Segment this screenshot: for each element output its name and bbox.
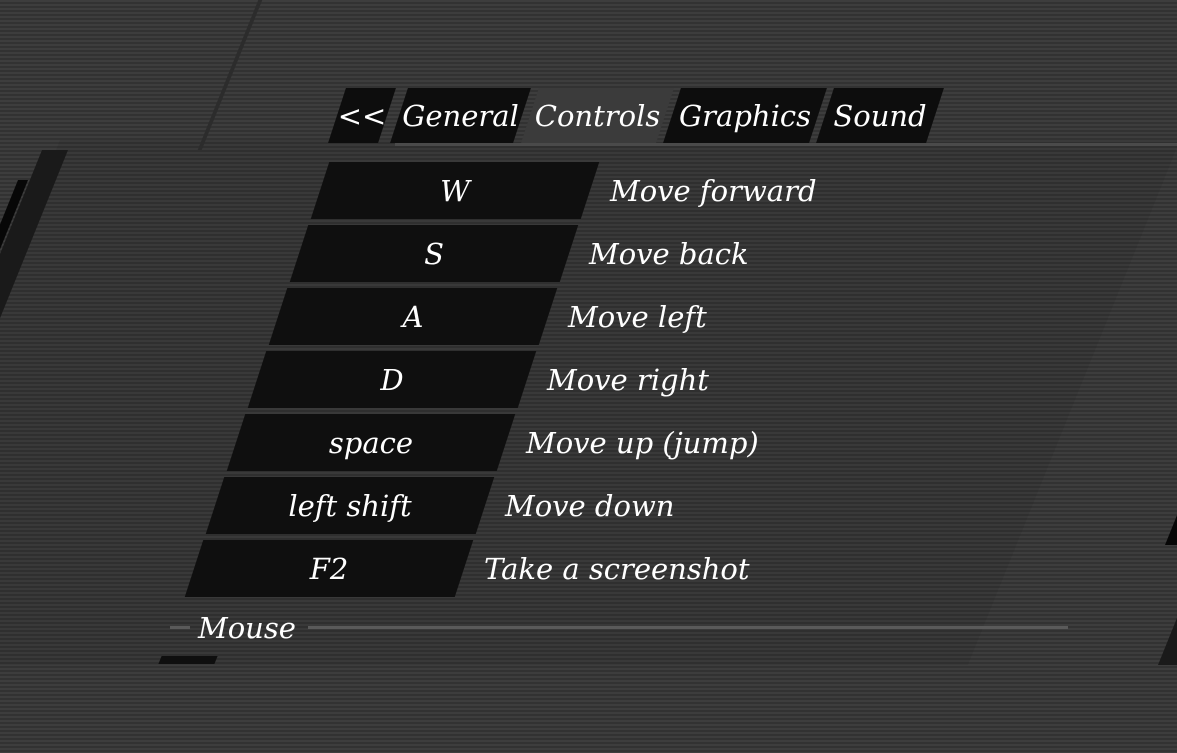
- tab-controls[interactable]: Controls: [521, 88, 674, 143]
- key-binding-button[interactable]: A: [268, 288, 558, 345]
- key-binding-button[interactable]: left shift: [205, 477, 495, 534]
- key-binding-button[interactable]: D: [247, 351, 537, 408]
- tab-graphics-label: Graphics: [679, 98, 811, 133]
- action-label: Move down: [505, 488, 675, 523]
- key-label: left shift: [288, 488, 412, 523]
- settings-tab-bar: << General Controls Graphics Sound: [0, 88, 1177, 143]
- key-binding-button[interactable]: space: [226, 414, 516, 471]
- tab-sound[interactable]: Sound: [816, 88, 944, 143]
- tab-underline: [395, 143, 1177, 146]
- key-label: D: [380, 362, 404, 397]
- tab-general-label: General: [402, 98, 519, 133]
- mouse-section-row-edge: [158, 656, 218, 664]
- key-binding-button[interactable]: W: [310, 162, 600, 219]
- tab-general[interactable]: General: [390, 88, 531, 143]
- action-label: Take a screenshot: [484, 551, 750, 586]
- section-divider-right: [308, 626, 1068, 629]
- action-label: Move forward: [610, 173, 817, 208]
- action-label: Move up (jump): [526, 425, 759, 460]
- action-label: Move right: [547, 362, 709, 397]
- section-header-mouse: Mouse: [198, 611, 296, 645]
- key-binding-button[interactable]: F2: [184, 540, 474, 597]
- key-binding-button[interactable]: S: [289, 225, 579, 282]
- back-tab-button[interactable]: <<: [328, 88, 396, 143]
- action-label: Move back: [589, 236, 749, 271]
- section-divider-left: [170, 626, 190, 629]
- key-label: W: [440, 173, 470, 208]
- action-label: Move left: [568, 299, 707, 334]
- key-label: S: [424, 236, 444, 271]
- right-scrollbar-track[interactable]: [1158, 300, 1177, 665]
- tab-graphics[interactable]: Graphics: [663, 88, 827, 143]
- tab-controls-label: Controls: [534, 98, 661, 133]
- key-label: F2: [309, 551, 349, 586]
- tab-sound-label: Sound: [833, 98, 927, 133]
- left-frame-bar: [0, 150, 68, 360]
- key-label: A: [402, 299, 424, 334]
- back-tab-label: <<: [337, 98, 387, 133]
- key-label: space: [328, 425, 414, 460]
- left-frame-bar-inner: [0, 180, 29, 350]
- right-scrollbar-thumb[interactable]: [1165, 330, 1177, 545]
